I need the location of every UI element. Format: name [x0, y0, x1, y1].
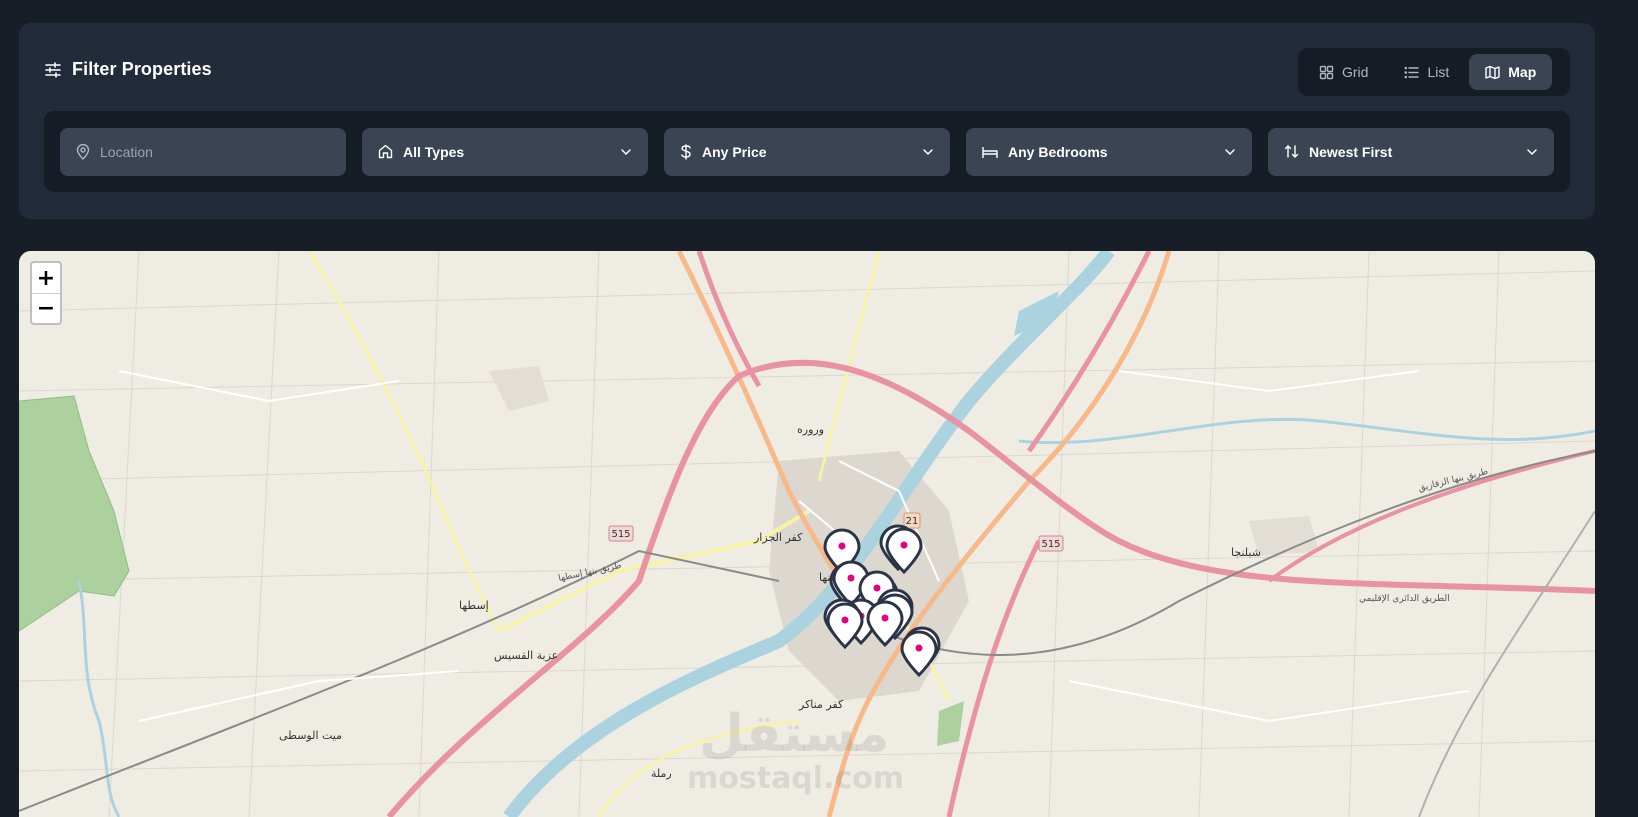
map-view-button[interactable]: Map — [1469, 54, 1553, 90]
list-view-label: List — [1427, 64, 1450, 80]
type-select-value: All Types — [403, 143, 465, 160]
road-shield-21: 21 — [903, 512, 921, 529]
filter-panel: Filter Properties Grid List Map Location… — [19, 23, 1595, 219]
location-pin-icon — [76, 143, 90, 160]
svg-text:21: 21 — [906, 516, 919, 527]
grid-view-label: Grid — [1342, 64, 1369, 80]
road-shield-515-west: 515 — [608, 525, 634, 542]
road-shield-515-east: 515 — [1038, 535, 1064, 552]
road-label: الطريق الدائري الإقليمي — [1359, 594, 1450, 604]
bedrooms-select[interactable]: Any Bedrooms — [966, 127, 1252, 176]
list-icon — [1404, 65, 1420, 80]
grid-view-button[interactable]: Grid — [1303, 54, 1384, 90]
watermark: mostaql.com — [687, 761, 904, 796]
zoom-out-button[interactable]: − — [32, 293, 60, 323]
chevron-down-icon — [620, 146, 632, 158]
place-label: شبلنجا — [1231, 546, 1261, 559]
svg-text:515: 515 — [1041, 539, 1060, 550]
svg-text:515: 515 — [611, 529, 630, 540]
filters-row: All Types Any Price Any — [44, 111, 1570, 192]
sliders-icon — [44, 61, 62, 79]
home-icon — [378, 144, 393, 159]
place-label: عزبة القسيس — [494, 649, 558, 662]
bedrooms-select-value: Any Bedrooms — [1008, 143, 1108, 160]
location-input[interactable] — [100, 143, 330, 160]
zoom-in-button[interactable]: + — [32, 263, 60, 293]
place-label: كفر الجزار — [753, 531, 803, 544]
watermark: مستقل — [699, 704, 889, 764]
place-label: إسطها — [459, 599, 489, 612]
sort-select[interactable]: Newest First — [1268, 127, 1554, 176]
dollar-icon — [680, 143, 692, 160]
price-select-value: Any Price — [702, 143, 767, 160]
location-field[interactable] — [60, 127, 346, 176]
sort-select-value: Newest First — [1309, 143, 1393, 160]
chevron-down-icon — [1224, 146, 1236, 158]
grid-icon — [1319, 65, 1334, 80]
place-label: وروره — [797, 423, 824, 436]
place-label: رملة — [651, 767, 672, 780]
place-label: ميت الوسطى — [279, 729, 342, 742]
price-select[interactable]: Any Price — [664, 127, 950, 176]
zoom-control: + − — [30, 261, 62, 325]
bed-icon — [982, 145, 998, 159]
property-map[interactable]: 515 21 515 وروره كفر الجزار بنها إسطها ع… — [19, 251, 1595, 817]
map-view-label: Map — [1508, 64, 1537, 80]
view-toggle: Grid List Map — [1298, 48, 1570, 96]
chevron-down-icon — [1526, 146, 1538, 158]
page-title: Filter Properties — [72, 59, 212, 79]
list-view-button[interactable]: List — [1388, 54, 1465, 90]
chevron-down-icon — [922, 146, 934, 158]
sort-arrows-icon — [1284, 144, 1299, 159]
type-select[interactable]: All Types — [362, 127, 648, 176]
map-canvas[interactable]: 515 21 515 وروره كفر الجزار بنها إسطها ع… — [19, 251, 1595, 817]
map-icon — [1485, 65, 1500, 80]
filter-header: Filter Properties — [44, 59, 212, 80]
